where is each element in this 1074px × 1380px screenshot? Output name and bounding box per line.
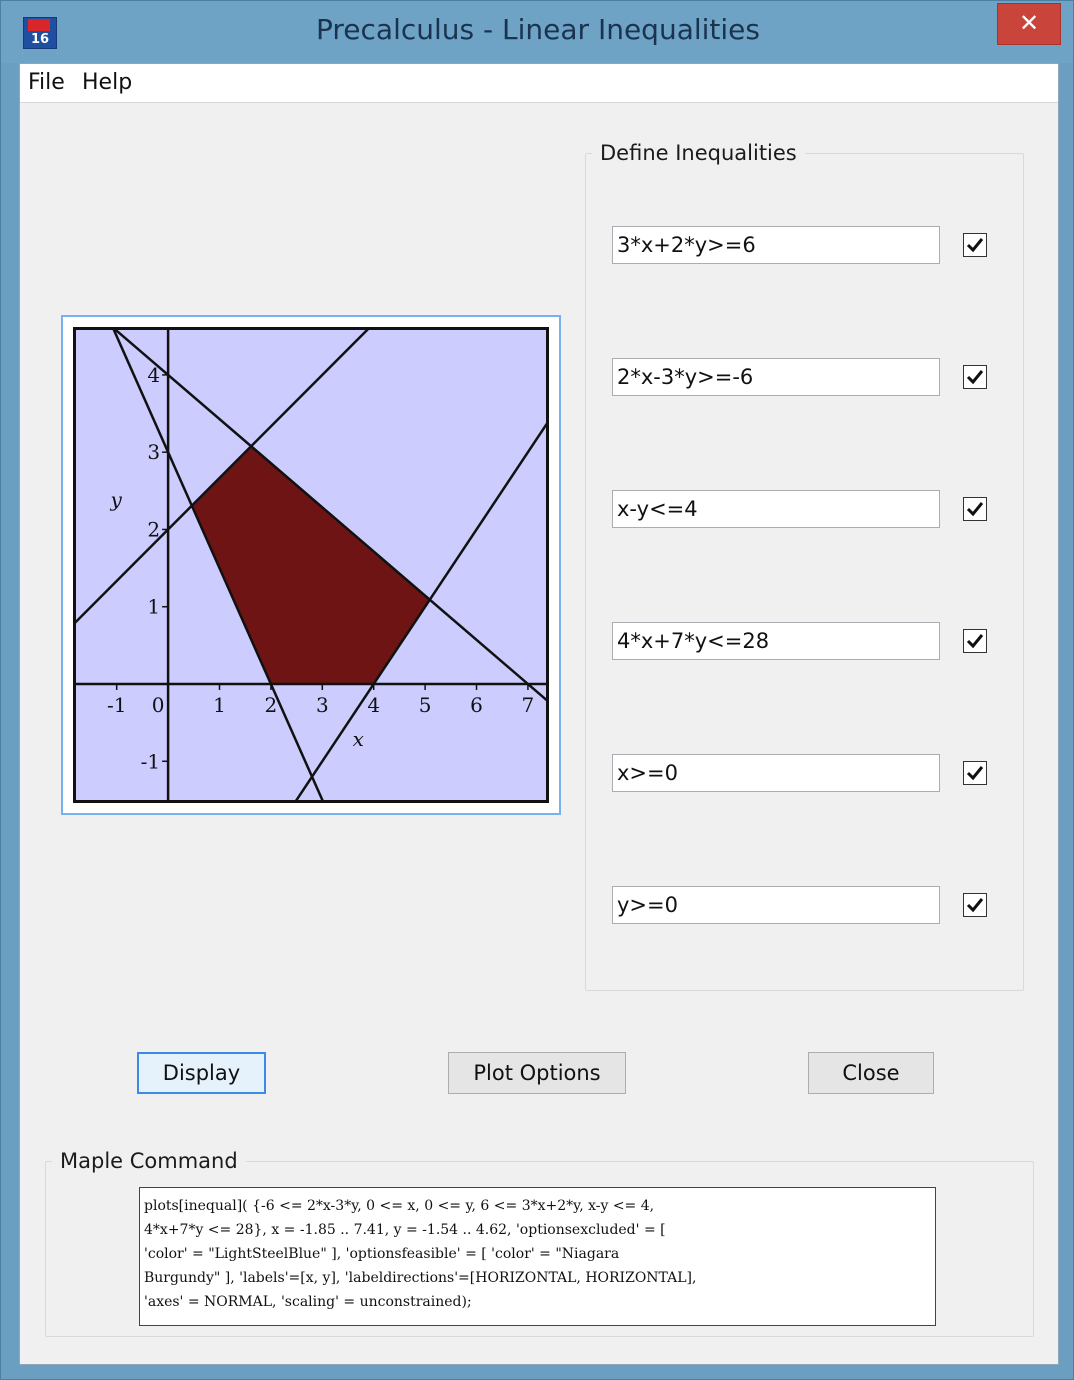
x-tick-label: 0 xyxy=(152,693,165,717)
inequality-input-3[interactable] xyxy=(612,490,940,528)
inequality-input-6[interactable] xyxy=(612,886,940,924)
check-icon xyxy=(966,502,984,517)
inequality-checkbox-5[interactable] xyxy=(963,761,987,785)
check-icon xyxy=(966,634,984,649)
inequality-checkbox-3[interactable] xyxy=(963,497,987,521)
title-bar[interactable]: 16 Precalculus - Linear Inequalities ✕ xyxy=(1,1,1073,63)
app-window: 16 Precalculus - Linear Inequalities ✕ F… xyxy=(0,0,1074,1380)
inequality-checkbox-2[interactable] xyxy=(963,365,987,389)
inequality-input-4[interactable] xyxy=(612,622,940,660)
x-tick-label: 1 xyxy=(213,693,226,717)
inequality-checkbox-4[interactable] xyxy=(963,629,987,653)
check-icon xyxy=(966,238,984,253)
x-tick-label: 3 xyxy=(316,693,329,717)
x-tick-label: 2 xyxy=(265,693,278,717)
define-inequalities-group: Define Inequalities xyxy=(585,141,1024,991)
x-tick-label: 6 xyxy=(470,693,483,717)
close-icon: ✕ xyxy=(1018,9,1040,37)
menu-file[interactable]: File xyxy=(28,70,65,95)
menu-bar: File Help xyxy=(20,64,1058,103)
check-icon xyxy=(966,766,984,781)
x-tick-label: 7 xyxy=(522,693,535,717)
window-client-area: File Help -1 0 1 2 3 4 5 6 7 -1 1 2 3 4 x y Define Ineq… xyxy=(19,63,1059,1365)
plot-options-button[interactable]: Plot Options xyxy=(448,1052,626,1094)
menu-help[interactable]: Help xyxy=(82,70,132,95)
y-tick-label: -1 xyxy=(141,749,160,773)
inequality-checkbox-1[interactable] xyxy=(963,233,987,257)
inequality-plot: -1 0 1 2 3 4 5 6 7-11234xy xyxy=(73,327,549,803)
inequality-input-1[interactable] xyxy=(612,226,940,264)
x-tick-label: 4 xyxy=(367,693,380,717)
x-tick-label: 5 xyxy=(419,693,432,717)
close-button[interactable]: Close xyxy=(808,1052,934,1094)
x-axis-label: x xyxy=(353,727,364,751)
window-title: Precalculus - Linear Inequalities xyxy=(316,13,760,46)
inequality-input-2[interactable] xyxy=(612,358,940,396)
check-icon xyxy=(966,898,984,913)
check-icon xyxy=(966,370,984,385)
y-tick-label: 4 xyxy=(147,363,160,387)
plot-panel[interactable]: -1 0 1 2 3 4 5 6 7 -1 1 2 3 4 x y xyxy=(61,315,561,815)
maple-command-title: Maple Command xyxy=(60,1149,238,1173)
window-close-button[interactable]: ✕ xyxy=(997,3,1061,45)
maple-command-text[interactable]: plots[inequal]( {-6 <= 2*x-3*y, 0 <= x, … xyxy=(139,1187,936,1326)
y-tick-label: 3 xyxy=(147,440,160,464)
display-button[interactable]: Display xyxy=(137,1052,266,1094)
y-axis-label: y xyxy=(109,487,122,511)
inequality-checkbox-6[interactable] xyxy=(963,893,987,917)
y-tick-label: 2 xyxy=(147,517,160,541)
define-inequalities-title: Define Inequalities xyxy=(600,141,797,165)
x-tick-label: -1 xyxy=(107,693,126,717)
y-tick-label: 1 xyxy=(147,595,160,619)
inequality-input-5[interactable] xyxy=(612,754,940,792)
